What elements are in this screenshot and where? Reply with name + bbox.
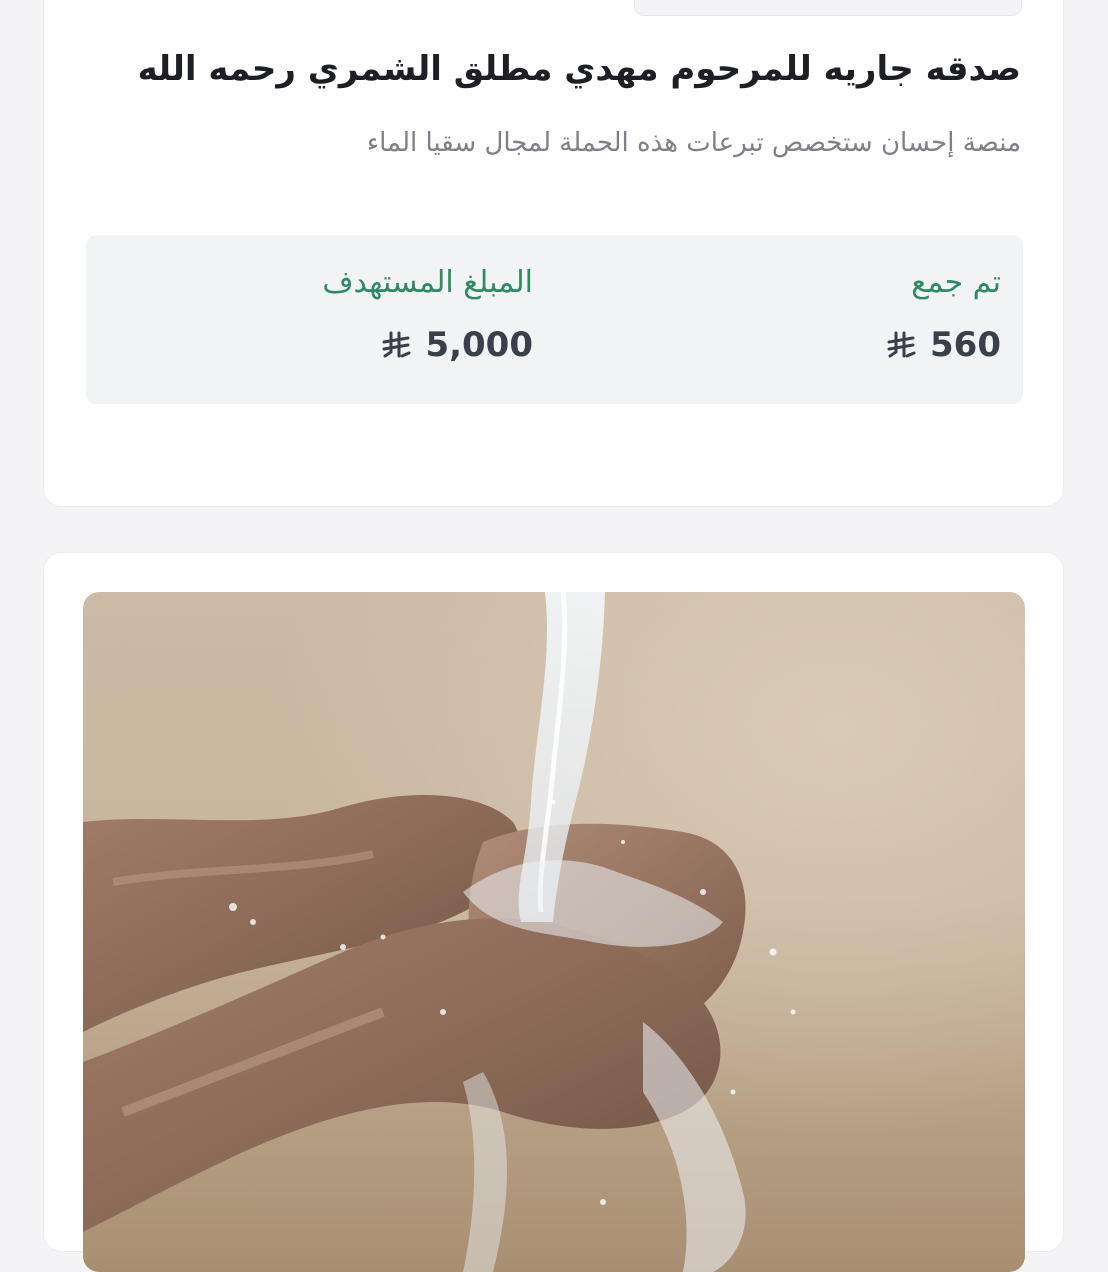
saudi-riyal-icon bbox=[382, 331, 411, 358]
target-label: المبلغ المستهدف bbox=[322, 265, 533, 300]
campaign-description: منصة إحسان ستخصص تبرعات هذه الحملة لمجال… bbox=[366, 128, 1021, 158]
collected-label: تم جمع bbox=[911, 265, 1001, 300]
collected-value: 560 bbox=[930, 325, 1001, 365]
campaign-info-card: صدقه جاريه للمرحوم مهدي مطلق الشمري رحمه… bbox=[43, 0, 1064, 507]
target-amount: 5,000 bbox=[322, 325, 533, 366]
donation-stats-panel: تم جمع 560 المبلغ المستهدف 5,000 bbox=[86, 235, 1023, 404]
saudi-riyal-icon bbox=[887, 331, 916, 358]
campaign-image-card bbox=[43, 552, 1064, 1272]
top-chip[interactable] bbox=[634, 0, 1022, 16]
collected-amount: 560 bbox=[886, 325, 1001, 366]
target-stat: المبلغ المستهدف 5,000 bbox=[322, 265, 533, 366]
campaign-title: صدقه جاريه للمرحوم مهدي مطلق الشمري رحمه… bbox=[137, 49, 1021, 89]
collected-stat: تم جمع 560 bbox=[886, 265, 1001, 366]
target-value: 5,000 bbox=[425, 325, 533, 365]
hands-with-water-photo bbox=[83, 592, 1025, 1272]
